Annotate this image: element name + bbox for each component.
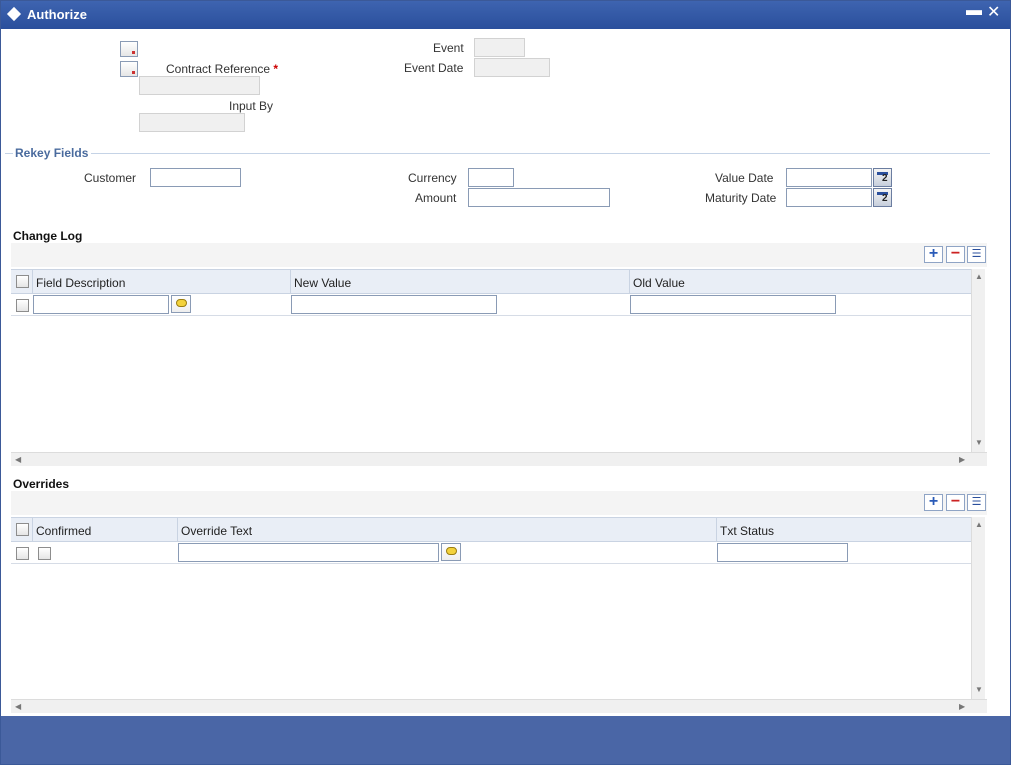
overrides-horizontal-scrollbar[interactable]: ◀ ▶ (11, 699, 987, 713)
title-bar: Authorize ▬ ✕ (1, 1, 1010, 29)
override-text-input[interactable] (178, 543, 439, 562)
field-description-header: Field Description (36, 276, 126, 290)
window-footer (1, 716, 1010, 764)
new-value-input[interactable] (291, 295, 497, 314)
authorize-content: Contract Reference * Input By Event Even… (4, 29, 1007, 716)
new-value-header: New Value (294, 276, 352, 290)
event-field[interactable] (474, 38, 525, 57)
speech-bubble-icon (446, 547, 457, 555)
minimize-button[interactable]: ▬ (966, 3, 982, 19)
close-button[interactable]: ✕ (987, 5, 1000, 21)
scroll-right-icon[interactable]: ▶ (959, 455, 965, 464)
column-separator (32, 518, 33, 542)
section-divider-left (5, 153, 13, 154)
row-select-checkbox[interactable] (16, 299, 29, 312)
note-icon[interactable] (441, 543, 461, 561)
contract-reference-text: Contract Reference (166, 62, 271, 76)
change-log-list-button[interactable]: ☰ (967, 246, 986, 263)
table-row (11, 542, 971, 564)
overrides-toolbar: + − ☰ (11, 491, 987, 515)
contract-reference-label: Contract Reference * (166, 62, 278, 76)
value-date-calendar-icon[interactable]: 2 (873, 168, 892, 187)
change-log-delete-button[interactable]: − (946, 246, 965, 263)
contract-reference-field[interactable] (139, 76, 260, 95)
input-by-label: Input By (229, 99, 274, 113)
confirmed-header: Confirmed (36, 524, 92, 538)
overrides-header-row: Confirmed Override Text Txt Status (11, 517, 971, 542)
change-log-horizontal-scrollbar[interactable]: ◀ ▶ (11, 452, 987, 466)
old-value-input[interactable] (630, 295, 836, 314)
amount-label: Amount (415, 191, 457, 205)
maturity-date-label: Maturity Date (705, 191, 777, 205)
table-row (11, 294, 971, 316)
overrides-list-button[interactable]: ☰ (967, 494, 986, 511)
column-separator (177, 518, 178, 542)
speech-bubble-icon (176, 299, 187, 307)
option-button-2[interactable] (120, 61, 138, 77)
change-log-toolbar: + − ☰ (11, 243, 987, 267)
change-log-vertical-scrollbar[interactable]: ▲ ▼ (971, 269, 985, 452)
scroll-left-icon[interactable]: ◀ (15, 702, 21, 711)
overrides-vertical-scrollbar[interactable]: ▲ ▼ (971, 517, 985, 699)
maturity-date-input[interactable] (786, 188, 872, 207)
change-log-title: Change Log (13, 229, 83, 243)
scroll-up-icon[interactable]: ▲ (975, 272, 983, 281)
change-log-select-all-checkbox[interactable] (16, 275, 29, 288)
row-select-checkbox[interactable] (16, 547, 29, 560)
scroll-down-icon[interactable]: ▼ (975, 438, 983, 447)
required-mark: * (273, 62, 279, 76)
input-by-field[interactable] (139, 113, 245, 132)
column-separator (629, 270, 630, 294)
column-separator (32, 270, 33, 294)
window-title: Authorize (27, 7, 87, 22)
override-text-header: Override Text (181, 524, 253, 538)
calendar-digit: 2 (882, 173, 888, 184)
maturity-date-calendar-icon[interactable]: 2 (873, 188, 892, 207)
customer-label: Customer (84, 171, 137, 185)
column-separator (290, 270, 291, 294)
authorize-window: Authorize ▬ ✕ Contract Reference * Input… (0, 0, 1011, 765)
txt-status-input[interactable] (717, 543, 848, 562)
confirmed-checkbox[interactable] (38, 547, 51, 560)
currency-input[interactable] (468, 168, 514, 187)
old-value-header: Old Value (633, 276, 685, 290)
change-log-header-row: Field Description New Value Old Value (11, 269, 971, 294)
column-separator (716, 518, 717, 542)
event-label: Event (433, 41, 464, 55)
overrides-delete-button[interactable]: − (946, 494, 965, 511)
amount-input[interactable] (468, 188, 610, 207)
txt-status-header: Txt Status (720, 524, 775, 538)
value-date-label: Value Date (715, 171, 774, 185)
scroll-right-icon[interactable]: ▶ (959, 702, 965, 711)
overrides-title: Overrides (13, 477, 70, 491)
note-icon[interactable] (171, 295, 191, 313)
change-log-add-button[interactable]: + (924, 246, 943, 263)
calendar-digit: 2 (882, 193, 888, 204)
value-date-input[interactable] (786, 168, 872, 187)
customer-input[interactable] (150, 168, 241, 187)
overrides-select-all-checkbox[interactable] (16, 523, 29, 536)
overrides-add-button[interactable]: + (924, 494, 943, 511)
scroll-down-icon[interactable]: ▼ (975, 685, 983, 694)
change-log-grid: Field Description New Value Old Value (11, 269, 971, 452)
event-date-label: Event Date (404, 61, 464, 75)
scroll-left-icon[interactable]: ◀ (15, 455, 21, 464)
section-divider-right (91, 153, 990, 154)
field-description-input[interactable] (33, 295, 169, 314)
option-button-1[interactable] (120, 41, 138, 57)
overrides-grid: Confirmed Override Text Txt Status (11, 517, 971, 699)
rekey-fields-title: Rekey Fields (15, 146, 89, 160)
window-diamond-icon (6, 6, 22, 22)
event-date-field[interactable] (474, 58, 550, 77)
scroll-up-icon[interactable]: ▲ (975, 520, 983, 529)
currency-label: Currency (408, 171, 457, 185)
